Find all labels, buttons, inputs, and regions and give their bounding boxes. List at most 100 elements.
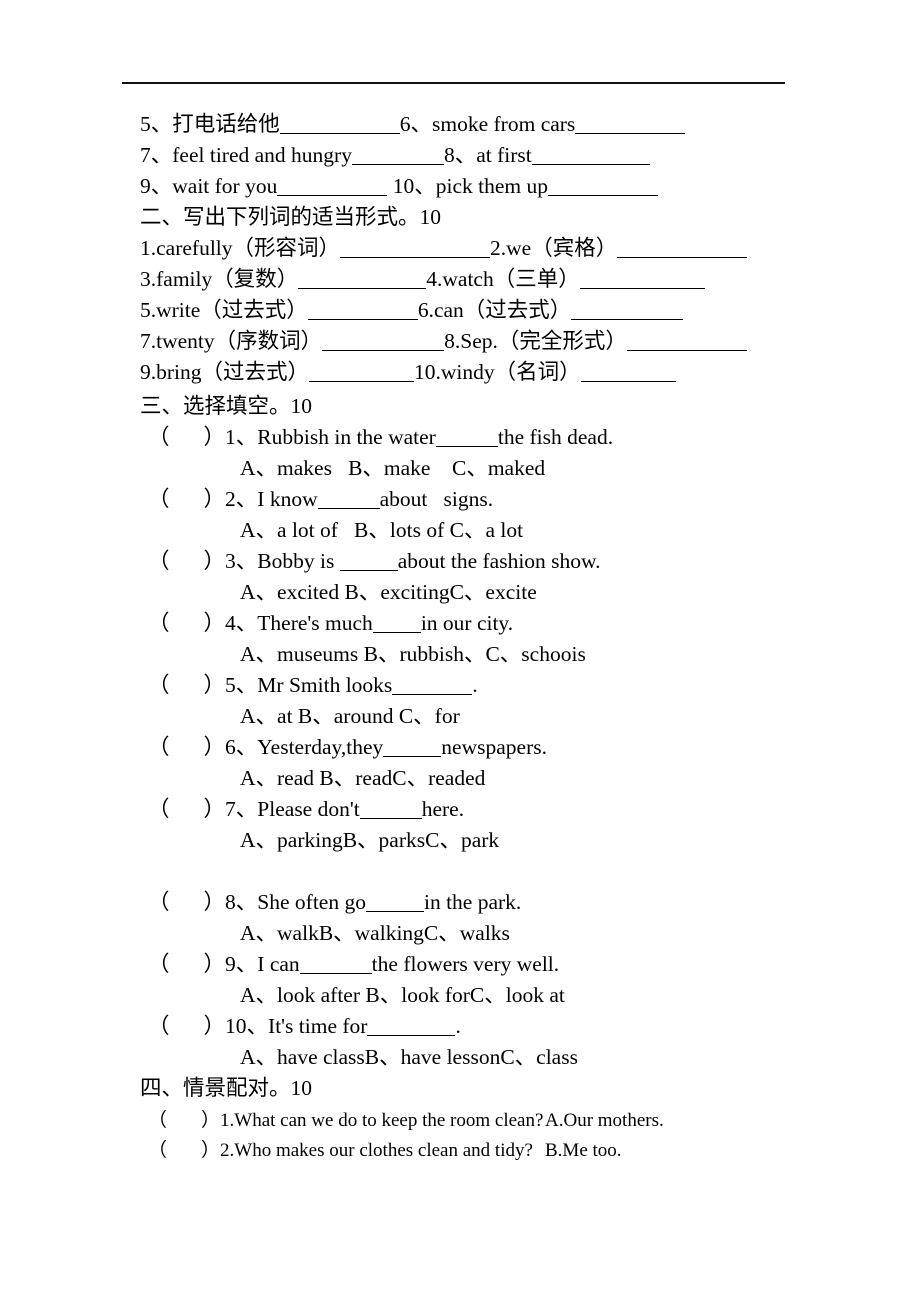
word-form-item-1: 1.carefully（形容词）	[140, 236, 341, 260]
question-stem-tail: about the fashion show.	[397, 549, 601, 573]
question-stem-tail: in our city.	[420, 611, 514, 635]
word-form-item-10: 10.windy（名词）	[414, 360, 581, 384]
answer-blank[interactable]	[339, 555, 398, 571]
question-stem-tail: .	[472, 673, 478, 697]
question-stem: I can	[257, 952, 300, 976]
answer-bracket[interactable]: （）	[148, 673, 225, 697]
answer-blank[interactable]	[575, 118, 686, 134]
choice-question-6: （）6、Yesterday,they newspapers.	[148, 735, 547, 759]
translation-line-7-8: 7、feel tired and hungry 8、at first	[140, 143, 650, 167]
answer-bracket[interactable]: （）	[148, 425, 225, 449]
answer-blank[interactable]	[372, 617, 421, 633]
answer-blank[interactable]	[547, 180, 658, 196]
matching-number: 1.	[220, 1110, 235, 1131]
section-2-heading: 二、写出下列词的适当形式。10	[140, 205, 442, 229]
choice-question-9: （）9、I can the flowers very well.	[148, 952, 559, 976]
answer-bracket[interactable]: （）	[148, 611, 225, 635]
translation-line-9-10: 9、wait for you 10、pick them up	[140, 174, 658, 198]
answer-bracket[interactable]: （）	[148, 487, 225, 511]
question-number: 2、	[225, 487, 258, 511]
question-number: 3、	[225, 549, 258, 573]
answer-bracket[interactable]: （）	[148, 549, 225, 573]
answer-blank[interactable]	[317, 493, 380, 509]
answer-blank[interactable]	[340, 242, 491, 258]
translation-item-5: 5、打电话给他	[140, 112, 280, 136]
section-3-heading: 三、选择填空。10	[140, 394, 313, 418]
answer-blank[interactable]	[309, 366, 415, 382]
answer-blank[interactable]	[392, 679, 473, 695]
answer-blank[interactable]	[383, 741, 442, 757]
question-stem-tail: .	[455, 1014, 461, 1038]
question-number: 7、	[225, 797, 258, 821]
question-number: 4、	[225, 611, 258, 635]
answer-blank[interactable]	[365, 896, 424, 912]
word-form-item-2: 2.we（宾格）	[490, 236, 618, 260]
question-number: 10、	[225, 1014, 269, 1038]
choice-question-1: （）1、Rubbish in the water the fish dead.	[148, 425, 613, 449]
answer-blank[interactable]	[307, 304, 418, 320]
answer-bracket[interactable]: （）	[148, 1140, 220, 1161]
question-stem: I know	[257, 487, 318, 511]
answer-blank[interactable]	[359, 803, 422, 819]
choice-options-7[interactable]: A、parkingB、parksC、park	[240, 828, 499, 852]
word-form-row-5-6: 5.write（过去式） 6.can（过去式）	[140, 298, 684, 322]
word-form-row-1-2: 1.carefully（形容词） 2.we（宾格）	[140, 236, 748, 260]
word-form-item-9: 9.bring（过去式）	[140, 360, 310, 384]
document-page: 5、打电话给他 6、smoke from cars 7、feel tired an…	[0, 0, 920, 1302]
matching-question-2: （）2.Who makes our clothes clean and tidy…	[148, 1140, 533, 1162]
word-form-item-3: 3.family（复数）	[140, 267, 299, 291]
answer-blank[interactable]	[367, 1020, 456, 1036]
choice-options-3[interactable]: A、excited B、excitingC、excite	[240, 580, 537, 604]
word-form-row-9-10: 9.bring（过去式） 10.windy（名词）	[140, 360, 676, 384]
choice-options-2[interactable]: A、a lot of B、lots of C、a lot	[240, 518, 523, 542]
answer-bracket[interactable]: （）	[148, 735, 225, 759]
answer-blank[interactable]	[322, 335, 445, 351]
question-stem-tail: in the park.	[423, 890, 522, 914]
answer-bracket[interactable]: （）	[148, 1110, 220, 1131]
question-stem-tail: here.	[421, 797, 465, 821]
choice-options-1[interactable]: A、makes B、make C、maked	[240, 456, 545, 480]
word-form-item-5: 5.write（过去式）	[140, 298, 308, 322]
choice-question-10: （）10、It's time for.	[148, 1014, 461, 1038]
answer-blank[interactable]	[279, 118, 400, 134]
answer-bracket[interactable]: （）	[148, 1014, 225, 1038]
choice-options-5[interactable]: A、at B、around C、for	[240, 704, 460, 728]
answer-blank[interactable]	[579, 273, 705, 289]
answer-blank[interactable]	[298, 273, 427, 289]
header-horizontal-rule	[122, 82, 785, 84]
question-number: 9、	[225, 952, 258, 976]
answer-blank[interactable]	[435, 431, 498, 447]
question-stem: Yesterday,they	[257, 735, 384, 759]
choice-question-3: （）3、Bobby is about the fashion show.	[148, 549, 601, 573]
answer-blank[interactable]	[351, 149, 444, 165]
answer-blank[interactable]	[617, 242, 748, 258]
choice-question-7: （）7、Please don't here.	[148, 797, 464, 821]
answer-bracket[interactable]: （）	[148, 797, 225, 821]
answer-blank[interactable]	[571, 304, 684, 320]
question-stem-tail: the fish dead.	[497, 425, 614, 449]
choice-options-4[interactable]: A、museums B、rubbish、C、schoois	[240, 642, 586, 666]
translation-item-7: 7、feel tired and hungry	[140, 143, 352, 167]
question-stem: Mr Smith looks	[257, 673, 393, 697]
choice-options-9[interactable]: A、look after B、look forC、look at	[240, 983, 565, 1007]
matching-answer-2[interactable]: B.Me too.	[545, 1140, 622, 1162]
choice-options-8[interactable]: A、walkB、walkingC、walks	[240, 921, 510, 945]
choice-question-2: （）2、I know about signs.	[148, 487, 493, 511]
answer-bracket[interactable]: （）	[148, 952, 225, 976]
choice-options-6[interactable]: A、read B、readC、readed	[240, 766, 485, 790]
answer-blank[interactable]	[531, 149, 650, 165]
translation-item-6: 6、smoke from cars	[399, 112, 576, 136]
matching-question-1: （）1.What can we do to keep the room clea…	[148, 1110, 543, 1132]
choice-options-10[interactable]: A、have classB、have lessonC、class	[240, 1045, 578, 1069]
word-form-item-4: 4.watch（三单）	[426, 267, 580, 291]
translation-line-5-6: 5、打电话给他 6、smoke from cars	[140, 112, 686, 136]
choice-question-8: （）8、She often go in the park.	[148, 890, 521, 914]
answer-blank[interactable]	[299, 958, 372, 974]
question-number: 8、	[225, 890, 258, 914]
answer-blank[interactable]	[580, 366, 676, 382]
matching-answer-1[interactable]: A.Our mothers.	[545, 1110, 664, 1132]
answer-blank[interactable]	[626, 335, 747, 351]
word-form-item-6: 6.can（过去式）	[417, 298, 572, 322]
answer-blank[interactable]	[277, 180, 388, 196]
answer-bracket[interactable]: （）	[148, 890, 225, 914]
